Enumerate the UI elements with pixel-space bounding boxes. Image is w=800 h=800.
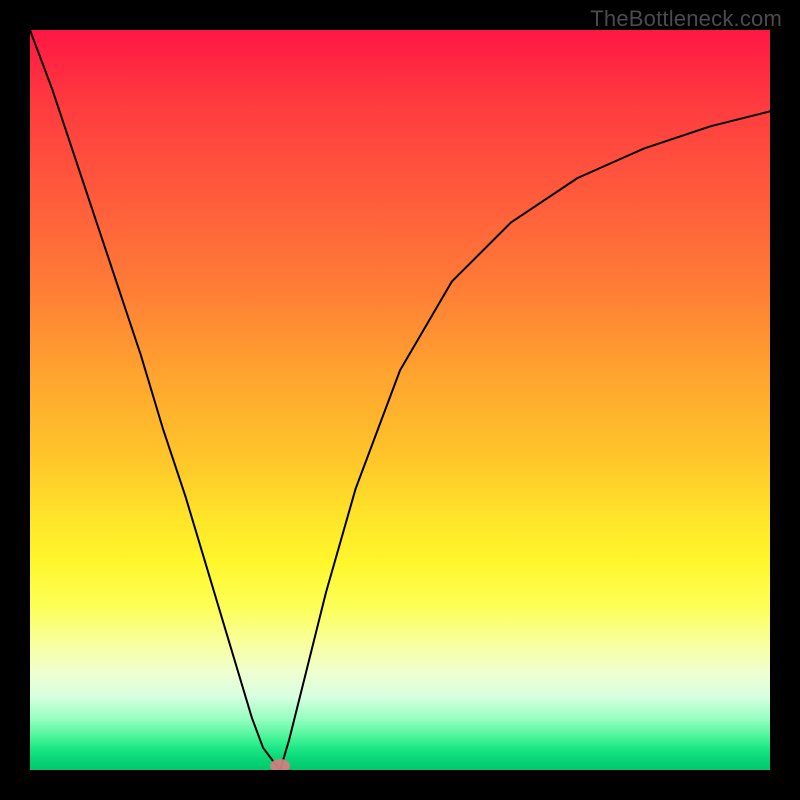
bottleneck-curve <box>30 30 770 770</box>
chart-svg <box>30 30 770 770</box>
watermark-text: TheBottleneck.com <box>590 6 782 32</box>
plot-area <box>30 30 770 770</box>
chart-frame: TheBottleneck.com <box>0 0 800 800</box>
